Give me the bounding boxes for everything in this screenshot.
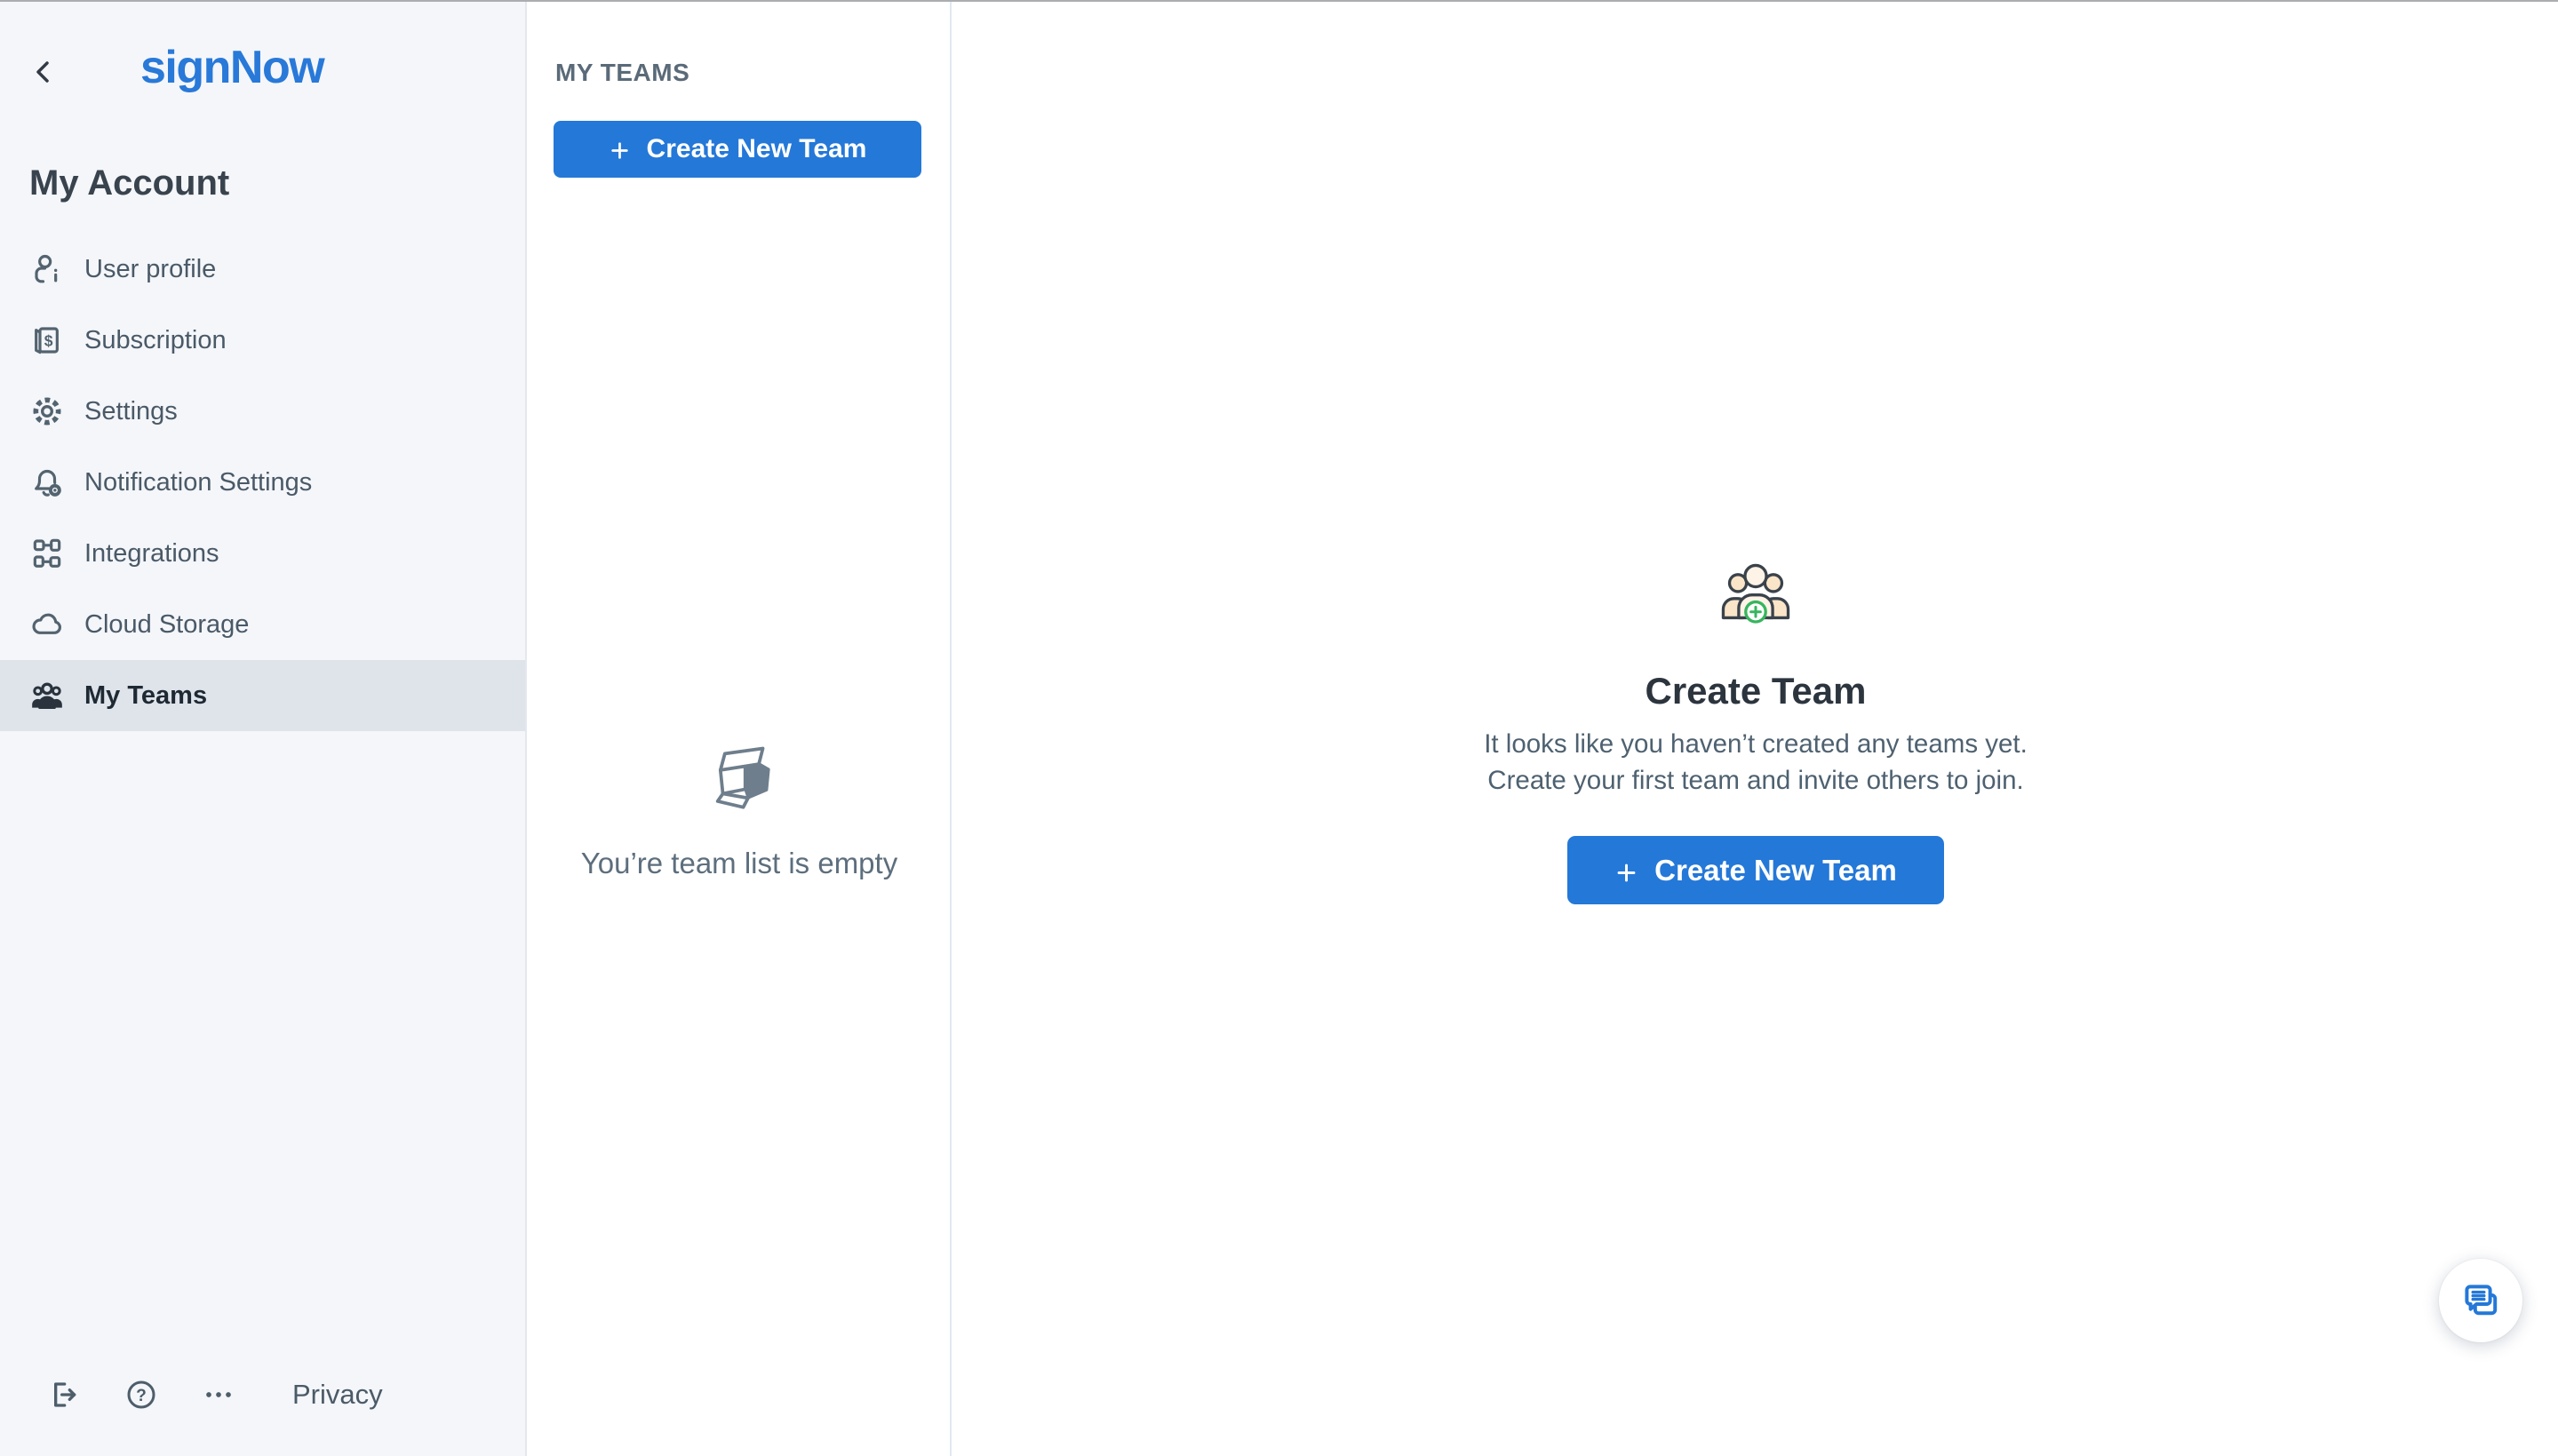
sidebar-nav: User profile $ Subscription xyxy=(0,234,525,731)
plus-icon xyxy=(609,139,631,161)
create-team-title: Create Team xyxy=(1645,671,1866,712)
teams-empty-text: You’re team list is empty xyxy=(529,847,950,880)
sidebar-item-label: Cloud Storage xyxy=(84,610,249,640)
signnow-my-account-screen: signNow My Account User profile xyxy=(0,0,2558,1456)
help-button[interactable]: ? xyxy=(122,1375,161,1414)
cloud-icon xyxy=(29,607,65,642)
sidebar-item-label: Notification Settings xyxy=(84,468,312,497)
create-new-team-main-label: Create New Team xyxy=(1654,854,1897,887)
help-icon: ? xyxy=(124,1377,159,1412)
sidebar-item-user-profile[interactable]: User profile xyxy=(0,234,525,305)
logout-icon xyxy=(46,1377,82,1412)
sidebar-item-settings[interactable]: Settings xyxy=(0,376,525,447)
create-new-team-button-main[interactable]: Create New Team xyxy=(1567,836,1944,904)
empty-box-icon xyxy=(697,741,782,821)
sidebar-item-integrations[interactable]: Integrations xyxy=(0,518,525,589)
top-border-line xyxy=(0,0,2558,2)
more-button[interactable] xyxy=(199,1375,238,1414)
sidebar: signNow My Account User profile xyxy=(0,0,527,1456)
create-new-team-button-label: Create New Team xyxy=(647,134,867,164)
page-title: My Account xyxy=(29,163,229,203)
privacy-link[interactable]: Privacy xyxy=(292,1379,383,1411)
plus-icon xyxy=(1614,858,1638,882)
create-team-description: It looks like you haven’t created any te… xyxy=(1484,726,2028,799)
sidebar-item-cloud-storage[interactable]: Cloud Storage xyxy=(0,589,525,660)
my-teams-icon xyxy=(29,678,65,713)
sidebar-item-label: Subscription xyxy=(84,326,227,355)
sidebar-item-notification-settings[interactable]: Notification Settings xyxy=(0,447,525,518)
chat-icon xyxy=(2459,1279,2502,1322)
logout-button[interactable] xyxy=(44,1375,84,1414)
description-line-2: Create your first team and invite others… xyxy=(1484,762,2028,799)
teams-empty-state: You’re team list is empty xyxy=(529,741,950,880)
teams-panel-title: MY TEAMS xyxy=(555,59,689,87)
svg-text:$: $ xyxy=(44,332,53,350)
sidebar-item-label: User profile xyxy=(84,255,216,284)
sidebar-item-label: My Teams xyxy=(84,681,207,711)
sidebar-item-label: Integrations xyxy=(84,539,219,569)
svg-text:?: ? xyxy=(136,1387,147,1405)
teams-panel: MY TEAMS Create New Team You’re team lis… xyxy=(529,2,952,1456)
back-button[interactable] xyxy=(25,53,62,91)
sidebar-item-my-teams[interactable]: My Teams xyxy=(0,660,525,731)
create-new-team-button[interactable]: Create New Team xyxy=(554,121,921,178)
create-team-block: Create Team It looks like you haven’t cr… xyxy=(1356,554,2156,904)
settings-gear-icon xyxy=(29,394,65,429)
ellipsis-icon xyxy=(201,1377,236,1412)
chevron-left-icon xyxy=(29,76,58,89)
main-content: Create Team It looks like you haven’t cr… xyxy=(953,2,2558,1456)
sidebar-item-label: Settings xyxy=(84,397,178,426)
sidebar-item-subscription[interactable]: $ Subscription xyxy=(0,305,525,376)
user-profile-icon xyxy=(29,251,65,287)
notification-settings-icon xyxy=(29,465,65,500)
integrations-icon xyxy=(29,536,65,571)
description-line-1: It looks like you haven’t created any te… xyxy=(1484,726,2028,762)
chat-button[interactable] xyxy=(2439,1259,2522,1342)
sidebar-footer: ? Privacy xyxy=(44,1375,383,1414)
subscription-icon: $ xyxy=(29,322,65,358)
signnow-logo: signNow xyxy=(140,41,323,94)
team-add-illustration xyxy=(1708,554,1804,637)
